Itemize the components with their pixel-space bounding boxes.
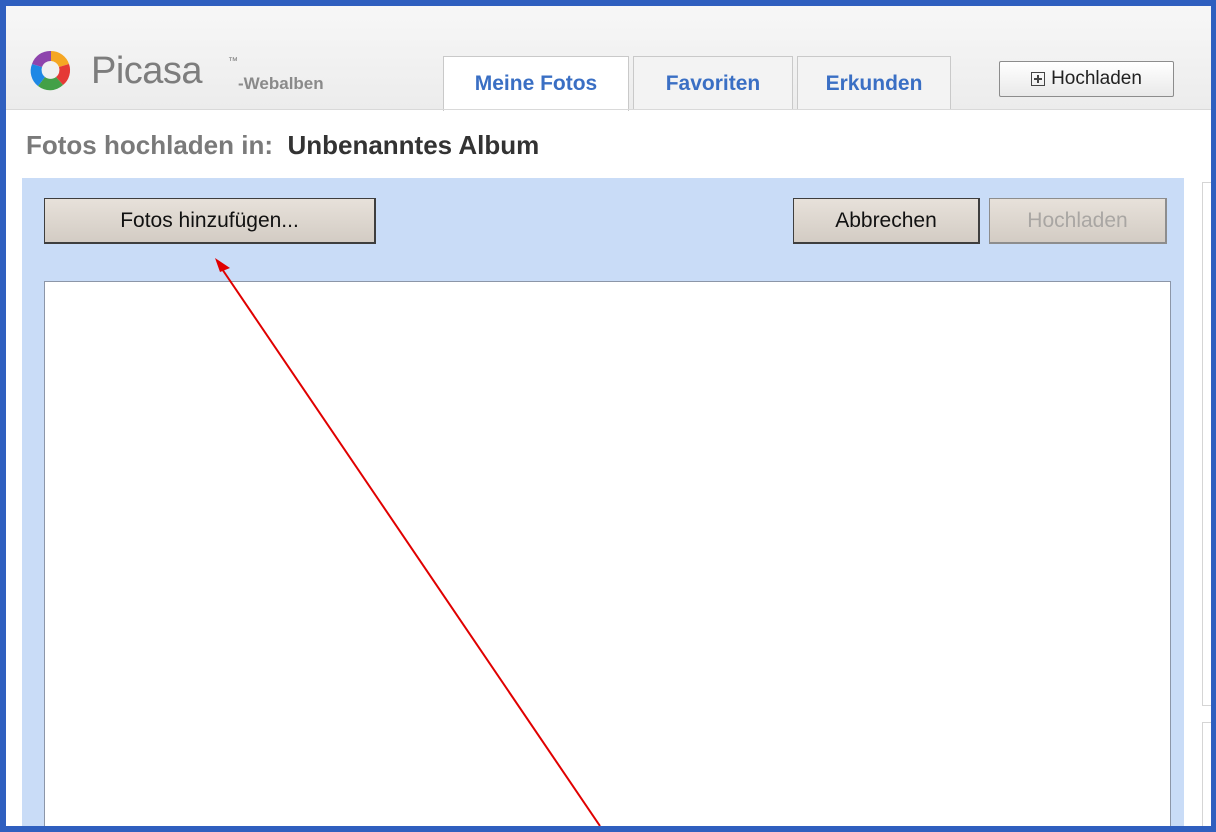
- tab-erkunden[interactable]: Erkunden: [797, 56, 951, 110]
- header-divider: [6, 109, 1211, 110]
- picasa-logo-icon[interactable]: [26, 48, 76, 92]
- album-name[interactable]: Unbenanntes Album: [287, 130, 539, 160]
- header-upload-label: Hochladen: [1051, 68, 1142, 89]
- photo-drop-area[interactable]: [44, 281, 1171, 826]
- title-prefix: Fotos hochladen in:: [26, 130, 273, 160]
- upload-panel: Fotos hinzufügen... Abbrechen Hochladen: [22, 178, 1184, 826]
- plus-box-icon: [1031, 72, 1046, 86]
- screenshot-frame: Picasa ™ -Webalben Meine Fotos Favoriten…: [0, 0, 1216, 832]
- page-title: Fotos hochladen in: Unbenanntes Album: [26, 130, 539, 161]
- cancel-button[interactable]: Abbrechen: [793, 198, 980, 244]
- logo-subtitle: -Webalben: [238, 74, 324, 93]
- add-photos-button[interactable]: Fotos hinzufügen...: [44, 198, 376, 244]
- upload-button: Hochladen: [989, 198, 1167, 244]
- tab-meine-fotos[interactable]: Meine Fotos: [443, 56, 629, 111]
- side-panel-top: [1202, 182, 1211, 706]
- logo-trademark: ™: [228, 56, 238, 67]
- header-upload-button[interactable]: Hochladen: [999, 61, 1174, 97]
- tab-favoriten[interactable]: Favoriten: [633, 56, 793, 110]
- side-panel-bottom: [1202, 722, 1211, 826]
- top-bar: Picasa ™ -Webalben Meine Fotos Favoriten…: [6, 6, 1211, 111]
- logo-wordmark[interactable]: Picasa: [91, 50, 203, 92]
- upload-toolbar: Fotos hinzufügen... Abbrechen Hochladen: [22, 178, 1184, 264]
